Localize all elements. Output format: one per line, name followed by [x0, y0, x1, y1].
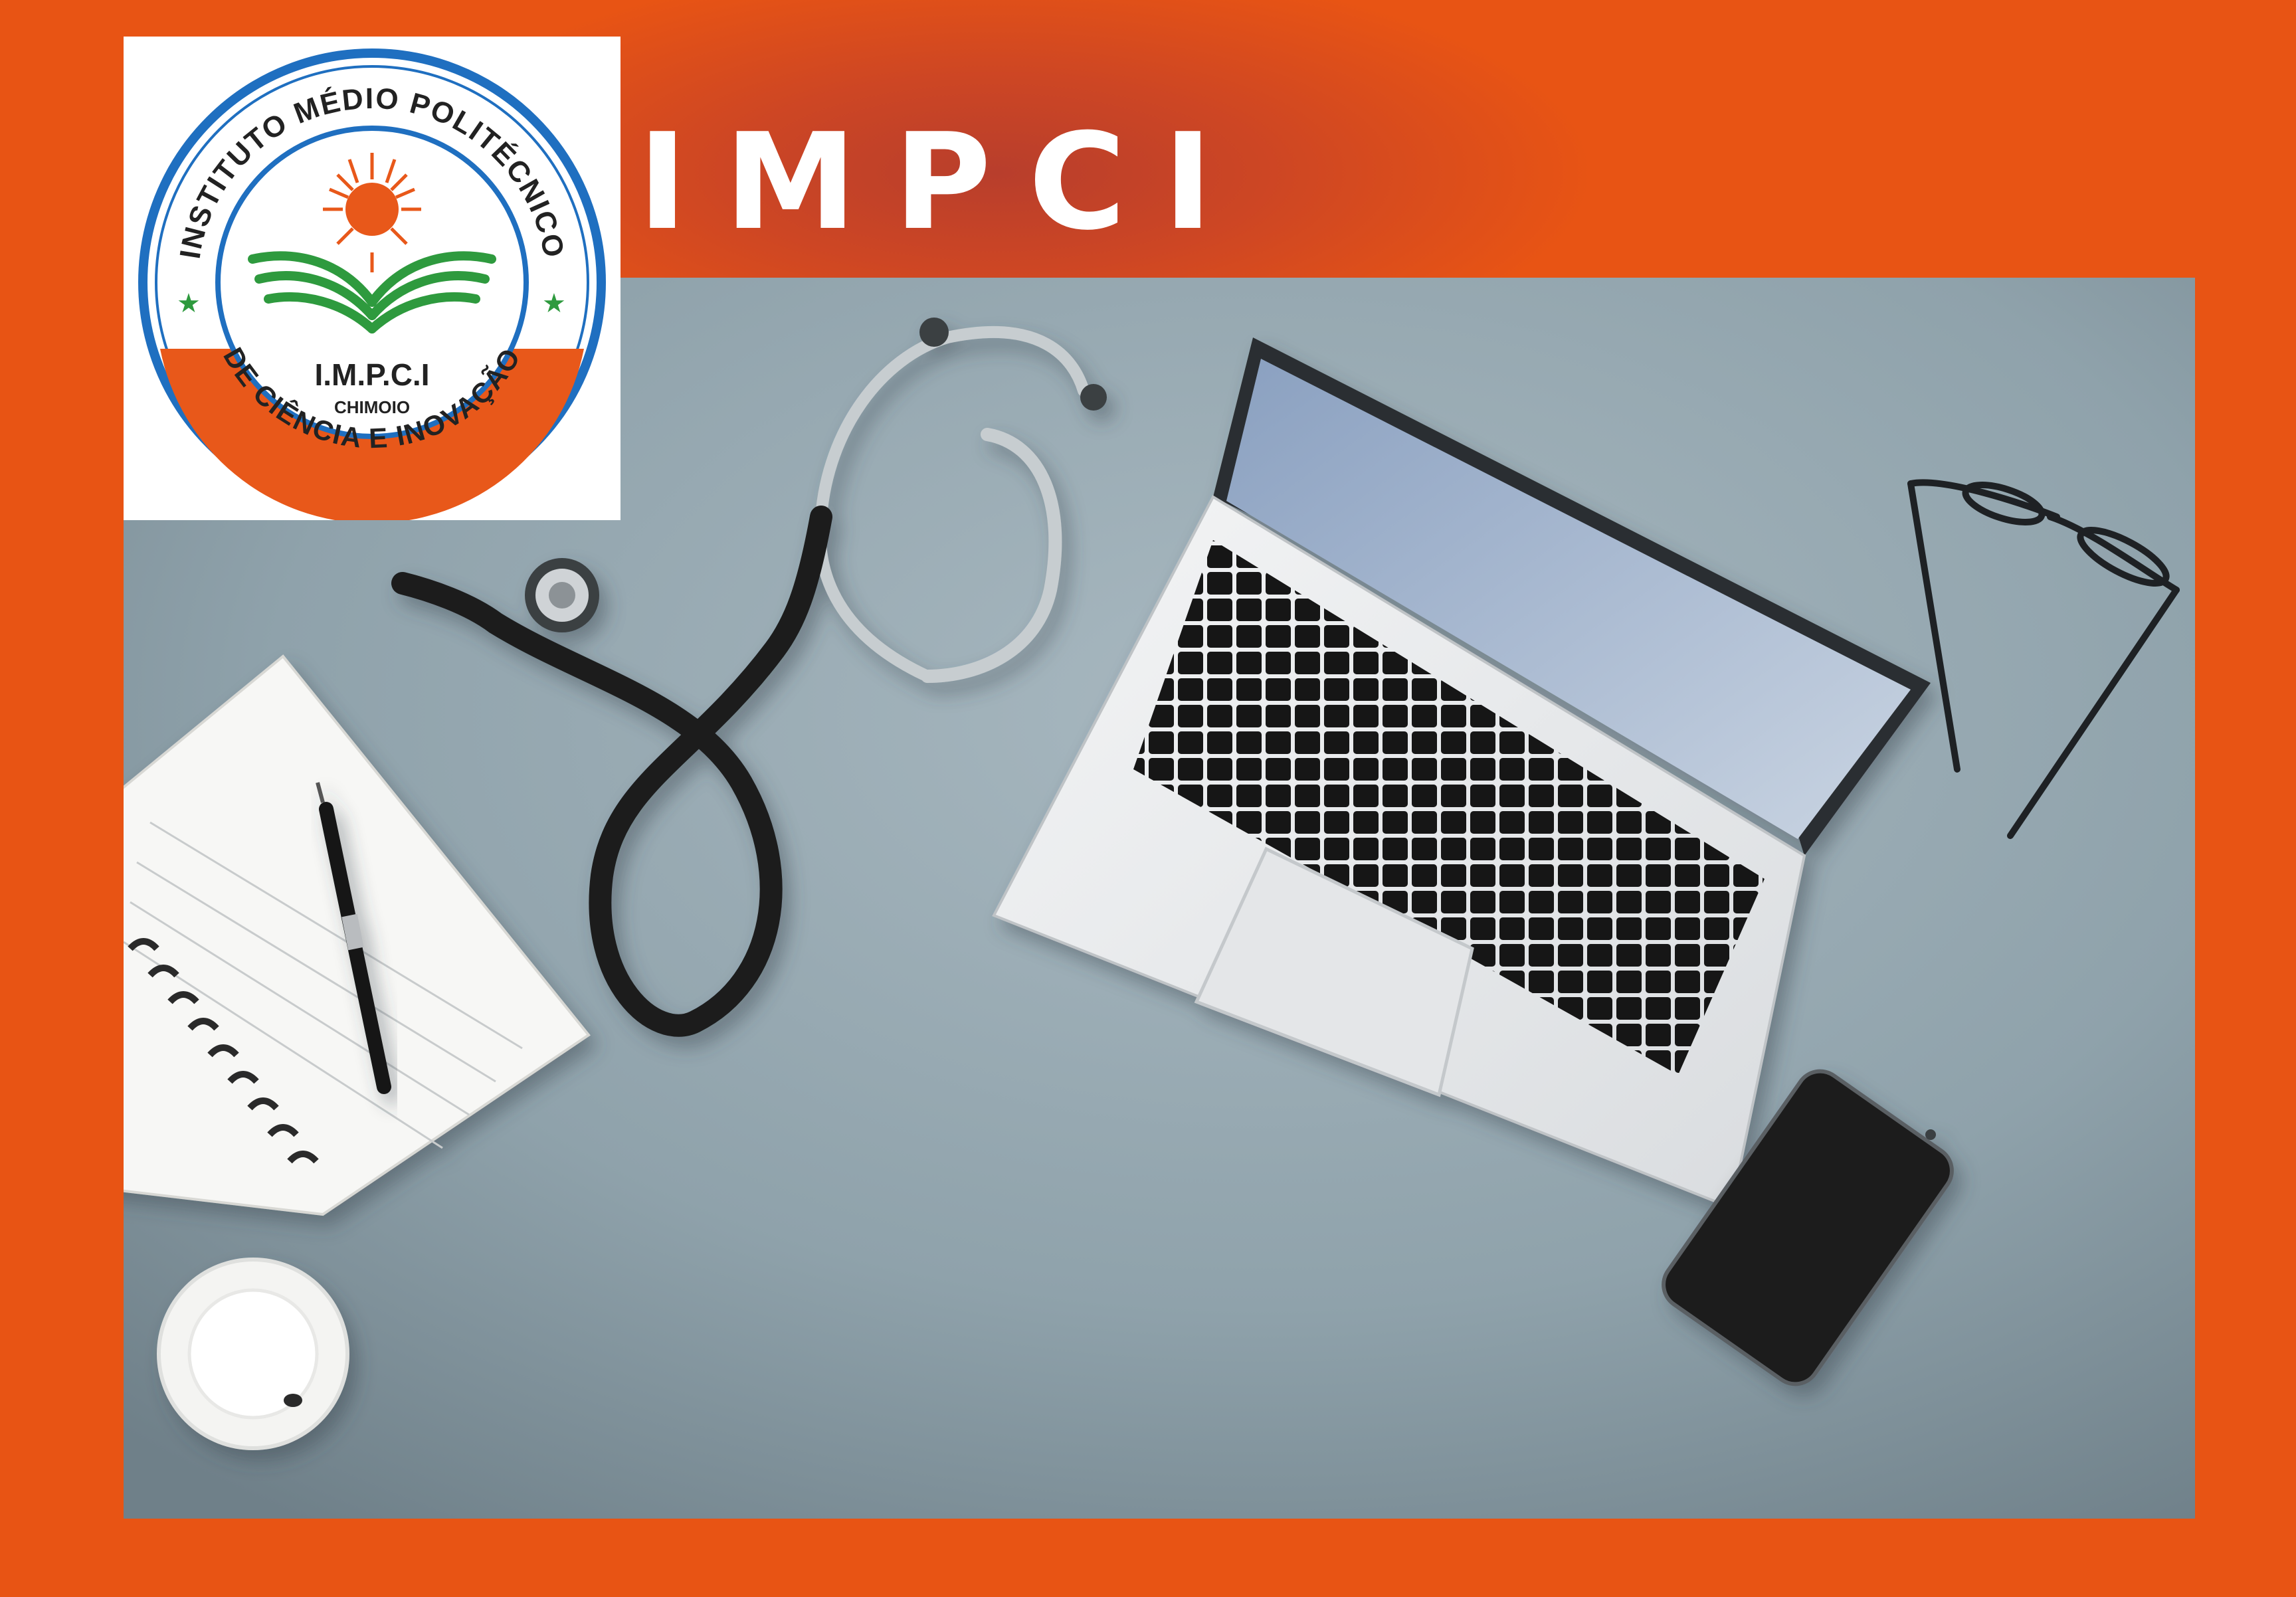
bottom-band	[0, 1519, 2296, 1597]
star-icon: ★	[177, 288, 201, 319]
school-logo: INSTITUTO MÉDIO POLITÉCNICO DE CIÊNCIA E…	[124, 37, 621, 523]
coffee-cup-icon	[157, 1258, 349, 1450]
page-title: IMPCI	[638, 105, 1250, 260]
logo-city: CHIMOIO	[334, 397, 410, 417]
poster: IMPCI INSTITUTO MÉDIO POLITÉCNICO DE CIÊ…	[0, 0, 2296, 1597]
star-icon: ★	[542, 288, 566, 319]
logo-acronym: I.M.P.C.I	[315, 357, 430, 392]
